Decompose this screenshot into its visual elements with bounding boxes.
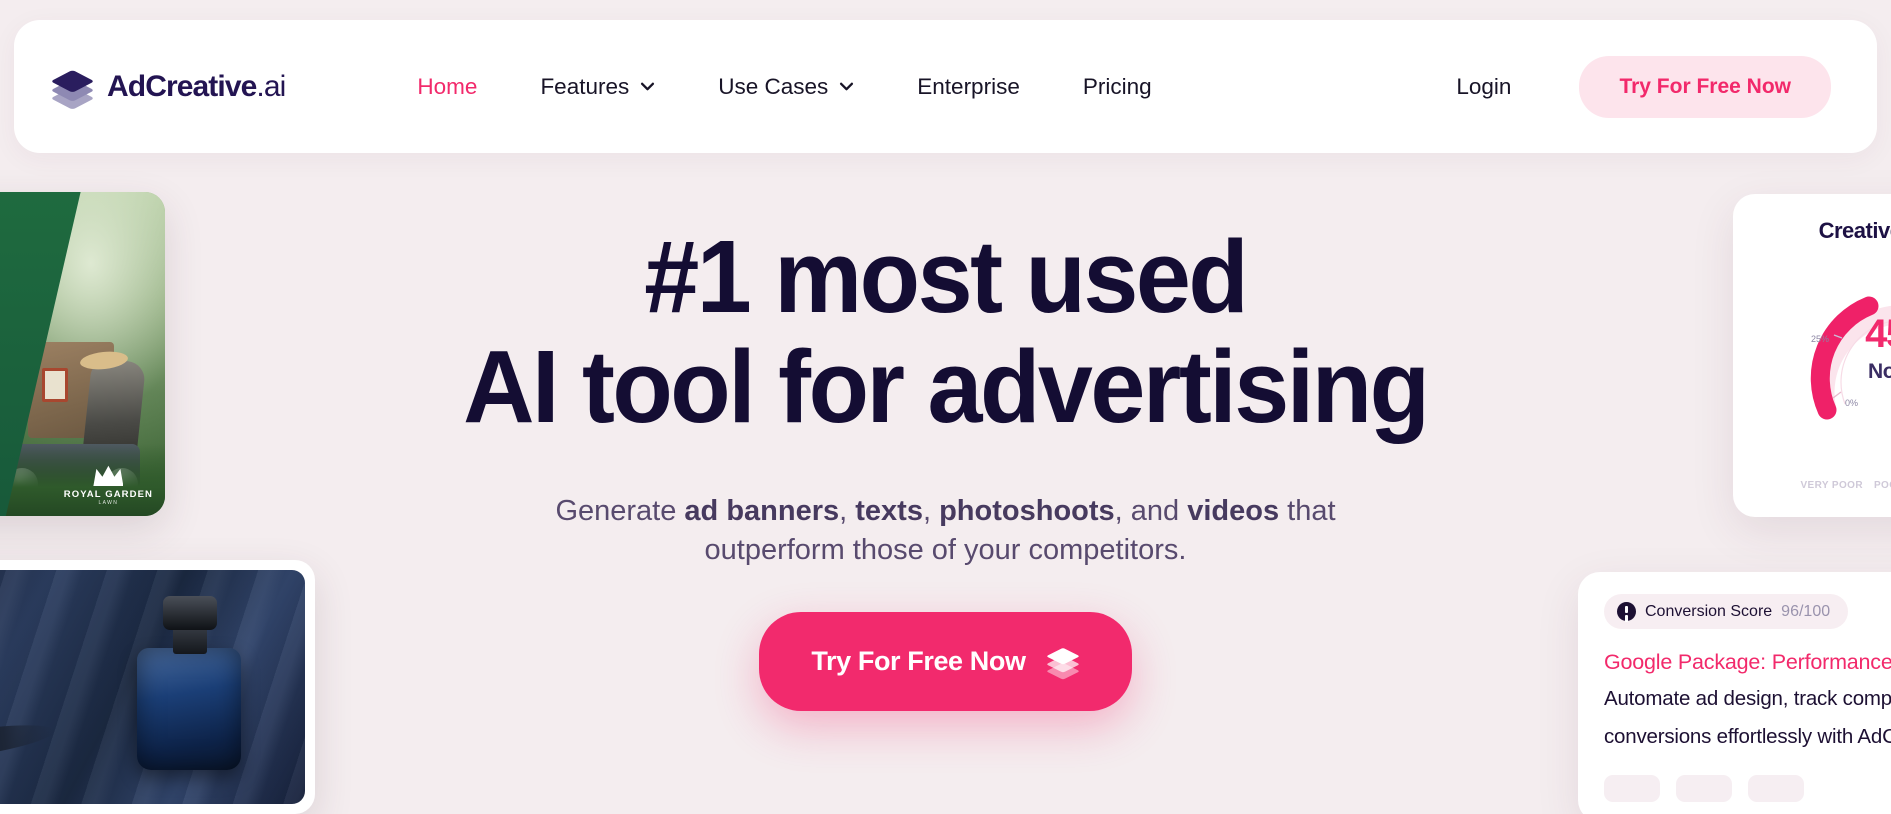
insights-scale-row: VERY POOR POOR NORMAL GOOD	[1733, 480, 1891, 491]
header-actions: Login Try For Free Now	[1456, 55, 1877, 118]
page-title: #1 most used AI tool for advertising	[463, 219, 1430, 445]
nav-item-home[interactable]: Home	[417, 74, 477, 100]
nav-item-pricing-label: Pricing	[1082, 73, 1152, 99]
garden-window	[42, 368, 68, 402]
placeholder-pill[interactable]	[1604, 775, 1660, 803]
conversion-card-body-line-2: conversions effortlessly with AdCreative…	[1604, 725, 1891, 749]
garden-brand-logo: ROYAL GARDEN LAWN	[64, 464, 153, 506]
chevron-down-icon	[641, 82, 655, 91]
gauge-rating-label: Normal	[1868, 360, 1891, 383]
creative-insights-title: Creative Insights	[1818, 218, 1891, 243]
conversion-score-badge: Conversion Score 96/100	[1604, 594, 1849, 629]
brand-name: AdCreative.ai	[107, 69, 286, 104]
scale-poor: POOR	[1873, 480, 1891, 491]
headline-line-1: #1 most used	[644, 219, 1249, 334]
ad-preview-lawn-care[interactable]: ur home garden! essional n Care ROYAL GA…	[0, 192, 165, 516]
hero-try-free-button[interactable]: Try For Free Now	[759, 611, 1132, 711]
nav-item-enterprise[interactable]: Enterprise	[917, 74, 1020, 100]
perfume-bottle	[137, 648, 241, 770]
garden-title-line-1: essional	[0, 247, 54, 288]
conversion-score-value: 96/100	[1781, 602, 1831, 620]
header-try-free-button[interactable]: Try For Free Now	[1579, 55, 1831, 118]
main-navigation: Home Features Use Cases Enterprise Prici…	[417, 74, 1151, 100]
conversion-card-heading: Google Package: Performance Max	[1604, 650, 1891, 674]
subhead-sep-1: ,	[839, 495, 856, 528]
nav-item-use-cases[interactable]: Use Cases	[718, 74, 854, 100]
headline-line-2: AI tool for advertising	[463, 329, 1430, 445]
placeholder-pill[interactable]	[1676, 775, 1732, 803]
nav-item-pricing[interactable]: Pricing	[1083, 74, 1152, 100]
garden-ad-copy: ur home garden! essional n Care	[0, 222, 54, 336]
brand-name-main: AdCreative	[107, 69, 257, 103]
brand-name-suffix: .ai	[256, 69, 286, 103]
hero-cta-label: Try For Free Now	[811, 645, 1026, 676]
nav-item-enterprise-label: Enterprise	[917, 73, 1020, 99]
ad-preview-perfume[interactable]: ht Blue: egance.	[0, 560, 315, 814]
stacked-layers-icon	[50, 65, 94, 110]
gauge-tick-label-0: 0%	[1845, 398, 1859, 408]
subhead-bold-videos: videos	[1187, 495, 1280, 528]
conversion-score-card[interactable]: Conversion Score 96/100 Google Package: …	[1578, 572, 1891, 814]
subhead-sep-3: , and	[1114, 495, 1188, 528]
conversion-card-placeholders	[1604, 775, 1891, 803]
creative-score-gauge: 0% 25% 50% 100% 45% Normal	[1793, 262, 1891, 422]
subhead-sep-2: ,	[922, 495, 940, 528]
conversion-score-icon	[1617, 602, 1636, 621]
crown-icon	[93, 465, 124, 486]
login-link[interactable]: Login	[1456, 74, 1511, 100]
nav-item-features-label: Features	[540, 73, 630, 99]
garden-title-line-2: n Care	[0, 296, 54, 337]
hero-subheading: Generate ad banners, texts, photoshoots,…	[486, 492, 1406, 569]
gauge-percentage: 45%	[1865, 312, 1891, 356]
perfume-bottle-cap	[163, 596, 217, 630]
gauge-center-readout: 45% Normal	[1793, 314, 1891, 384]
garden-brand-name: ROYAL GARDEN	[63, 489, 153, 500]
subhead-bold-texts: texts	[855, 495, 923, 528]
conversion-card-body-line-1: Automate ad design, track competitors, a…	[1604, 687, 1891, 710]
conversion-score-label: Conversion Score	[1645, 602, 1773, 620]
site-header: AdCreative.ai Home Features Use Cases En…	[14, 20, 1877, 153]
scale-very-poor: VERY POOR	[1800, 480, 1863, 491]
nav-item-features[interactable]: Features	[540, 74, 655, 100]
chevron-down-icon	[840, 82, 854, 91]
creative-insights-card[interactable]: Creative Insights 0% 25% 50% 100% 45% No…	[1733, 194, 1891, 517]
garden-brand-sub: LAWN	[98, 500, 119, 506]
perfume-ad-canvas: ht Blue: egance.	[0, 570, 305, 804]
garden-kicker: ur home garden!	[0, 222, 54, 239]
stacked-layers-icon	[1045, 646, 1080, 680]
subhead-part-1: Generate	[555, 495, 685, 528]
brand-logo[interactable]: AdCreative.ai	[50, 65, 286, 110]
nav-item-home-label: Home	[417, 73, 478, 99]
subhead-bold-photoshoots: photoshoots	[939, 495, 1115, 528]
nav-item-use-cases-label: Use Cases	[718, 73, 829, 99]
placeholder-pill[interactable]	[1748, 775, 1804, 803]
subhead-bold-ad-banners: ad banners	[684, 495, 840, 528]
